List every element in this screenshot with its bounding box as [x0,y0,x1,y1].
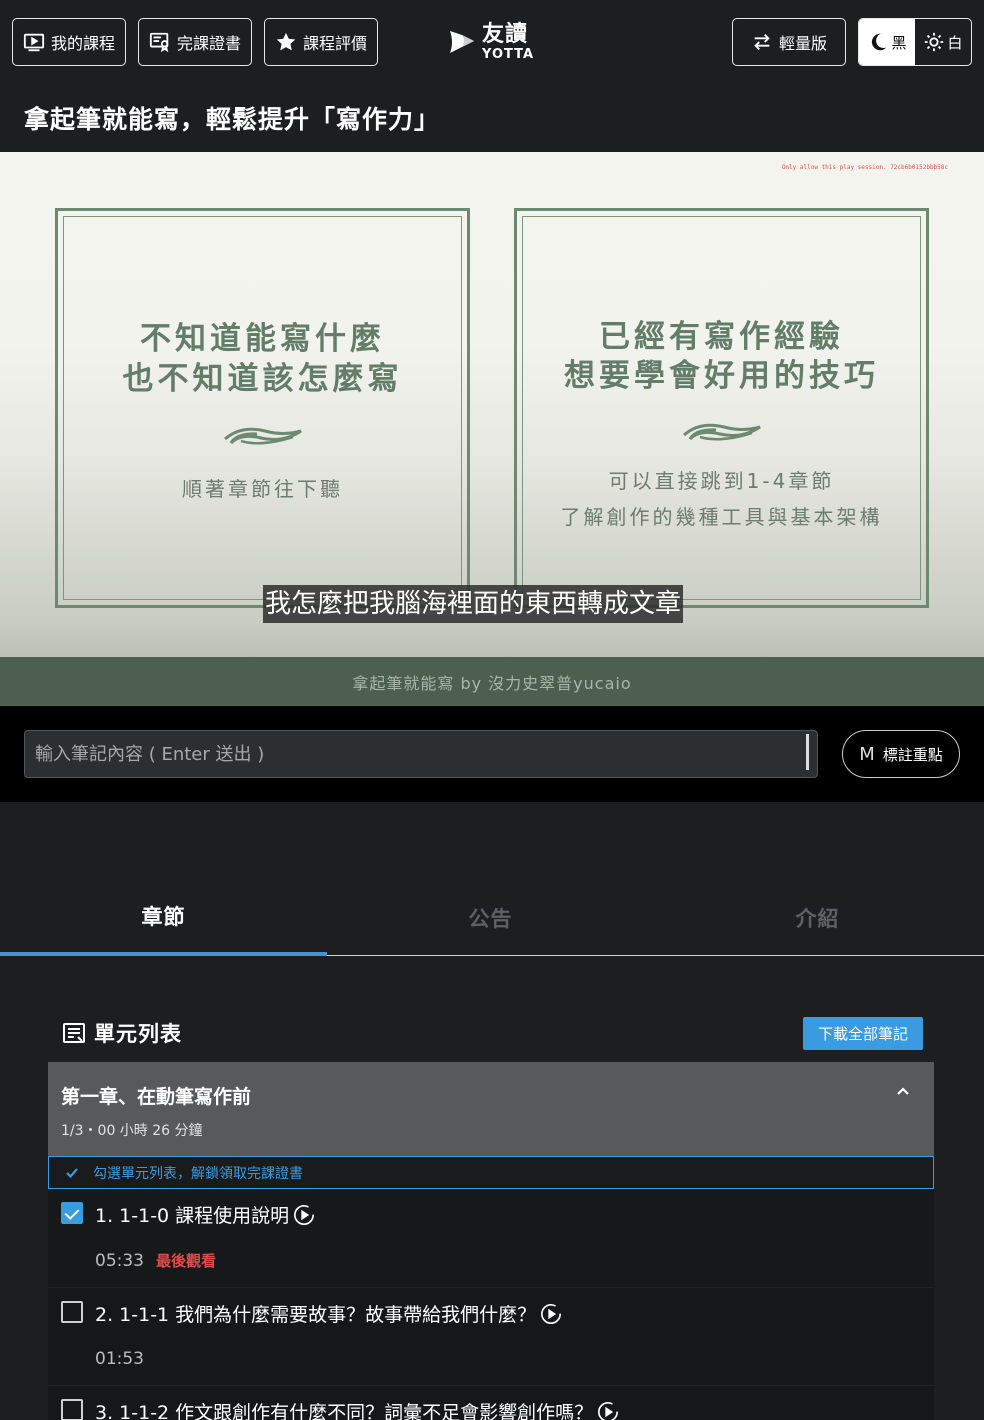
play-circle-icon[interactable] [597,1401,619,1420]
logo-text-en: YOTTA [482,46,535,62]
completion-hint-text: 勾選單元列表，解鎖領取完課證書 [93,1165,303,1182]
card-beginner-sub: 順著章節往下聽 [182,477,343,501]
lesson-title: 2. 1-1-1 我們為什麼需要故事？故事帶給我們什麼？ [95,1304,537,1326]
chapter-title: 第一章、在動筆寫作前 [61,1086,252,1108]
decorative-swirl-icon [223,427,302,445]
play-circle-icon[interactable] [293,1204,315,1226]
chapter-meta: 1/3・00 小時 26 分鐘 [61,1123,203,1139]
play-screen-icon [23,33,45,52]
yotta-logo-icon [450,31,474,53]
rating-button[interactable]: 課程評價 [264,18,378,66]
my-courses-label: 我的課程 [50,34,115,53]
logo-text-cn: 友讀 [482,21,529,47]
rating-label: 課程評價 [302,34,367,53]
theme-light-option[interactable]: 白 [915,19,971,65]
unit-list-title: 單元列表 [94,1022,182,1046]
card-experienced: 已經有寫作經驗 想要學會好用的技巧 可以直接跳到1-4章節 了解創作的幾種工具與… [514,208,929,608]
star-icon [276,32,296,51]
download-notes-button[interactable]: 下載全部筆記 [803,1017,923,1050]
lesson-meta: 01:53 [95,1349,144,1369]
play-circle-icon[interactable] [540,1303,562,1325]
lesson-duration: 01:53 [95,1349,144,1369]
list-icon [63,1023,85,1043]
content-tabs: 章節 公告 介紹 [0,880,984,956]
chapter-header[interactable]: 第一章、在動筆寫作前 1/3・00 小時 26 分鐘 [48,1062,934,1156]
theme-light-label: 白 [947,33,963,52]
theme-dark-label: 黑 [891,33,907,52]
video-subtitle: 我怎麼把我腦海裡面的東西轉成文章 [263,585,684,623]
last-watched-badge: 最後觀看 [156,1252,217,1270]
lesson-title-row: 3. 1-1-2 作文跟創作有什麼不同？詞彙不足會影響創作嗎？ [95,1398,619,1420]
mark-shortcut-key: M [859,743,875,765]
card-experienced-line2: 想要學會好用的技巧 [564,358,879,394]
completion-hint: 勾選單元列表，解鎖領取完課證書 [48,1156,934,1189]
input-caret [806,734,809,770]
certificate-button[interactable]: 完課證書 [138,18,252,66]
mark-highlight-button[interactable]: M 標註重點 [842,730,960,778]
sun-icon [925,32,944,52]
check-icon [66,1167,78,1178]
list-item[interactable]: 2. 1-1-1 我們為什麼需要故事？故事帶給我們什麼？ 01:53 [48,1287,934,1384]
lite-version-label: 輕量版 [778,34,827,53]
yotta-logo[interactable]: 友讀 YOTTA [448,20,540,64]
moon-icon [872,33,887,51]
theme-dark-option[interactable]: 黑 [859,19,915,65]
lesson-checkbox[interactable] [61,1301,83,1323]
card-beginner-line2: 也不知道該怎麼寫 [122,361,403,397]
card-experienced-sub1: 可以直接跳到1-4章節 [608,469,835,493]
lesson-title: 1. 1-1-0 課程使用說明 [95,1205,290,1227]
lesson-checkbox[interactable] [61,1399,83,1420]
video-player[interactable]: Only allow this play session. 72cb6b0152… [0,152,984,706]
lesson-list: 1. 1-1-0 課程使用說明 05:33 最後觀看 2. 1-1-1 我們為什… [48,1189,934,1420]
card-beginner: 不知道能寫什麼 也不知道該怎麼寫 順著章節往下聽 [55,208,470,608]
tab-chapters[interactable]: 章節 [0,880,327,956]
top-header: 我的課程 完課證書 課程評價 友讀 YOTTA 輕量版 黑 白 拿起筆就能寫，輕… [0,0,984,152]
certificate-icon [149,32,169,53]
mark-highlight-label: 標註重點 [882,745,943,764]
decorative-swirl-icon [682,423,761,441]
my-courses-button[interactable]: 我的課程 [12,18,126,66]
swap-arrows-icon [754,34,770,50]
unit-list-header: 單元列表 [62,1018,182,1048]
certificate-label: 完課證書 [176,34,241,53]
card-beginner-line1: 不知道能寫什麼 [140,321,385,357]
lite-version-button[interactable]: 輕量版 [732,18,846,66]
theme-toggle[interactable]: 黑 白 [858,18,972,66]
course-title: 拿起筆就能寫，輕鬆提升「寫作力」 [24,105,441,134]
card-experienced-sub2: 了解創作的幾種工具與基本架構 [560,505,883,529]
lesson-title: 3. 1-1-2 作文跟創作有什麼不同？詞彙不足會影響創作嗎？ [95,1402,594,1420]
note-input[interactable] [24,730,818,778]
video-footer-caption: 拿起筆就能寫 by 沒力史翠普yucaio [0,657,984,706]
lesson-title-row: 2. 1-1-1 我們為什麼需要故事？故事帶給我們什麼？ [95,1300,562,1327]
tab-introduction[interactable]: 介紹 [654,880,981,956]
note-bar: M 標註重點 [0,706,984,802]
session-watermark: Only allow this play session. 72cb6b0152… [781,164,948,171]
lesson-checkbox[interactable] [61,1202,83,1224]
card-experienced-line1: 已經有寫作經驗 [599,319,844,355]
lesson-title-row: 1. 1-1-0 課程使用說明 [95,1201,315,1228]
tab-announcements[interactable]: 公告 [327,880,654,956]
lesson-meta: 05:33 最後觀看 [95,1250,216,1271]
lesson-duration: 05:33 [95,1250,144,1271]
chevron-up-icon[interactable] [894,1082,912,1100]
list-item[interactable]: 1. 1-1-0 課程使用說明 05:33 最後觀看 [48,1189,934,1286]
list-item[interactable]: 3. 1-1-2 作文跟創作有什麼不同？詞彙不足會影響創作嗎？ [48,1385,934,1420]
